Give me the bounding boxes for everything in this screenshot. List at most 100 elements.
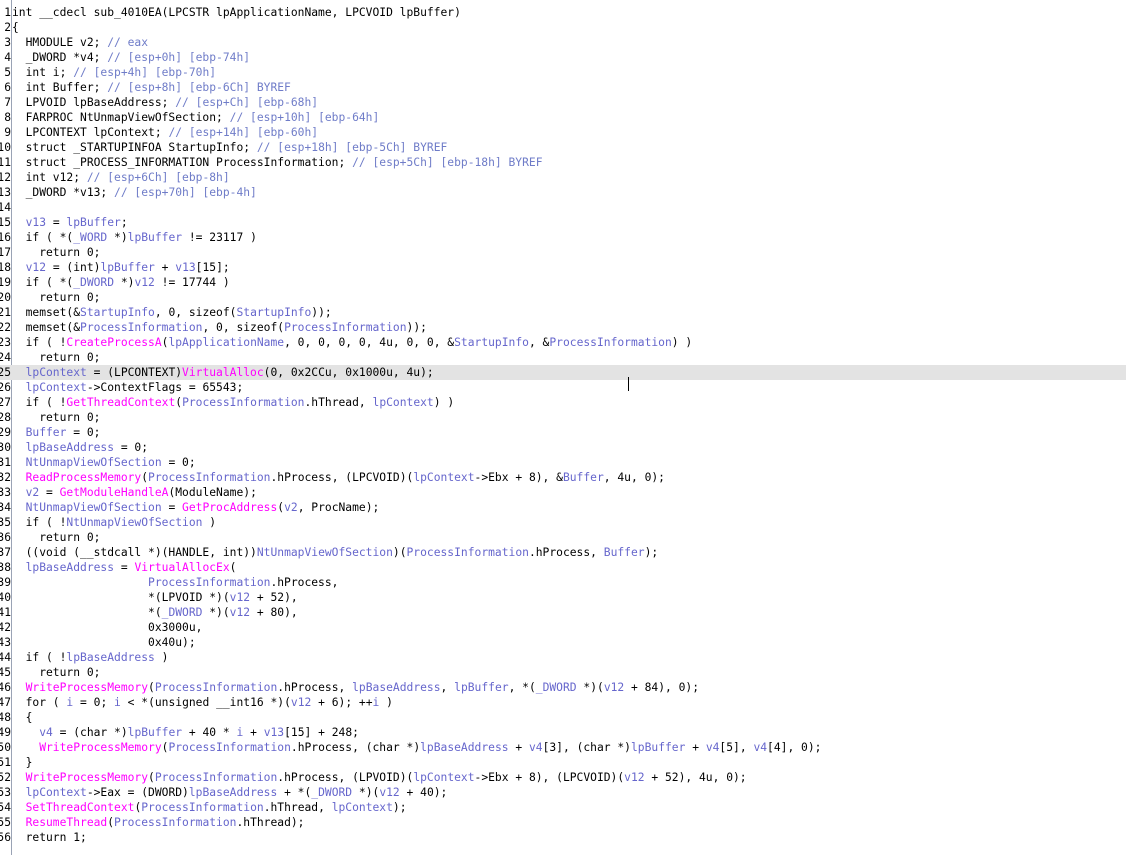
- code-line[interactable]: 53 lpContext->Eax = (DWORD)lpBaseAddress…: [0, 785, 1126, 800]
- code-text[interactable]: lpBaseAddress = VirtualAllocEx(: [12, 560, 237, 575]
- code-text[interactable]: WriteProcessMemory(ProcessInformation.hP…: [12, 680, 699, 695]
- code-line[interactable]: 27 if ( !GetThreadContext(ProcessInforma…: [0, 395, 1126, 410]
- code-line[interactable]: 10 struct _STARTUPINFOA StartupInfo; // …: [0, 140, 1126, 155]
- code-line[interactable]: 29 Buffer = 0;: [0, 425, 1126, 440]
- code-line[interactable]: 55 ResumeThread(ProcessInformation.hThre…: [0, 815, 1126, 830]
- code-line[interactable]: 43 0x40u);: [0, 635, 1126, 650]
- code-text[interactable]: v2 = GetModuleHandleA(ModuleName);: [12, 485, 257, 500]
- code-line[interactable]: 44 if ( !lpBaseAddress ): [0, 650, 1126, 665]
- code-line[interactable]: 1 int __cdecl sub_4010EA(LPCSTR lpApplica…: [0, 5, 1126, 20]
- code-text[interactable]: v13 = lpBuffer;: [12, 215, 128, 230]
- code-text[interactable]: _DWORD *v4; // [esp+0h] [ebp-74h]: [12, 50, 250, 65]
- code-line[interactable]: 40 *(LPVOID *)(v12 + 52),: [0, 590, 1126, 605]
- code-text[interactable]: struct _PROCESS_INFORMATION ProcessInfor…: [12, 155, 543, 170]
- code-line[interactable]: 35 if ( !NtUnmapViewOfSection ): [0, 515, 1126, 530]
- code-line[interactable]: 4 _DWORD *v4; // [esp+0h] [ebp-74h]: [0, 50, 1126, 65]
- code-line[interactable]: 12 int v12; // [esp+6Ch] [ebp-8h]: [0, 170, 1126, 185]
- code-text[interactable]: memset(&ProcessInformation, 0, sizeof(Pr…: [12, 320, 427, 335]
- code-text[interactable]: if ( !NtUnmapViewOfSection ): [12, 515, 216, 530]
- code-line[interactable]: 30 lpBaseAddress = 0;: [0, 440, 1126, 455]
- code-line[interactable]: 22 memset(&ProcessInformation, 0, sizeof…: [0, 320, 1126, 335]
- code-text[interactable]: 0x40u);: [12, 635, 196, 650]
- code-text[interactable]: {: [12, 710, 33, 725]
- code-text[interactable]: Buffer = 0;: [12, 425, 101, 440]
- code-text[interactable]: return 0;: [12, 290, 100, 305]
- code-line[interactable]: 47 for ( i = 0; i < *(unsigned __int16 *…: [0, 695, 1126, 710]
- code-text[interactable]: WriteProcessMemory(ProcessInformation.hP…: [12, 770, 747, 785]
- code-line[interactable]: 13 _DWORD *v13; // [esp+70h] [ebp-4h]: [0, 185, 1126, 200]
- code-text[interactable]: if ( !CreateProcessA(lpApplicationName, …: [12, 335, 693, 350]
- code-line[interactable]: 36 return 0;: [0, 530, 1126, 545]
- code-text[interactable]: memset(&StartupInfo, 0, sizeof(StartupIn…: [12, 305, 332, 320]
- code-text[interactable]: int Buffer; // [esp+8h] [ebp-6Ch] BYREF: [12, 80, 291, 95]
- code-text[interactable]: int i; // [esp+4h] [ebp-70h]: [12, 65, 216, 80]
- code-text[interactable]: ResumeThread(ProcessInformation.hThread)…: [12, 815, 305, 830]
- pseudocode-view[interactable]: 1 int __cdecl sub_4010EA(LPCSTR lpApplica…: [0, 0, 1126, 855]
- code-text[interactable]: struct _STARTUPINFOA StartupInfo; // [es…: [12, 140, 448, 155]
- code-line[interactable]: 52 WriteProcessMemory(ProcessInformation…: [0, 770, 1126, 785]
- code-text[interactable]: LPCONTEXT lpContext; // [esp+14h] [ebp-6…: [12, 125, 318, 140]
- code-line[interactable]: 45 return 0;: [0, 665, 1126, 680]
- code-text[interactable]: HMODULE v2; // eax: [12, 35, 148, 50]
- code-text[interactable]: {: [12, 20, 19, 35]
- code-text[interactable]: ((void (__stdcall *)(HANDLE, int))NtUnma…: [12, 545, 659, 560]
- code-line[interactable]: 31 NtUnmapViewOfSection = 0;: [0, 455, 1126, 470]
- code-text[interactable]: lpContext->Eax = (DWORD)lpBaseAddress + …: [12, 785, 448, 800]
- code-line[interactable]: 9 LPCONTEXT lpContext; // [esp+14h] [ebp…: [0, 125, 1126, 140]
- code-text[interactable]: LPVOID lpBaseAddress; // [esp+Ch] [ebp-6…: [12, 95, 318, 110]
- code-text[interactable]: *(LPVOID *)(v12 + 52),: [12, 590, 298, 605]
- code-text[interactable]: return 0;: [12, 530, 100, 545]
- code-line[interactable]: 51 }: [0, 755, 1126, 770]
- code-line[interactable]: 16 if ( *(_WORD *)lpBuffer != 23117 ): [0, 230, 1126, 245]
- code-text[interactable]: lpBaseAddress = 0;: [12, 440, 148, 455]
- code-line[interactable]: 18 v12 = (int)lpBuffer + v13[15];: [0, 260, 1126, 275]
- code-text[interactable]: v4 = (char *)lpBuffer + 40 * i + v13[15]…: [12, 725, 359, 740]
- code-text[interactable]: return 1;: [12, 830, 87, 845]
- code-text[interactable]: if ( *(_DWORD *)v12 != 17744 ): [12, 275, 230, 290]
- code-line[interactable]: 23 if ( !CreateProcessA(lpApplicationNam…: [0, 335, 1126, 350]
- code-line[interactable]: 38 lpBaseAddress = VirtualAllocEx(: [0, 560, 1126, 575]
- code-text[interactable]: ReadProcessMemory(ProcessInformation.hPr…: [12, 470, 665, 485]
- code-line[interactable]: 17 return 0;: [0, 245, 1126, 260]
- code-text[interactable]: }: [12, 755, 33, 770]
- code-line[interactable]: 32 ReadProcessMemory(ProcessInformation.…: [0, 470, 1126, 485]
- code-text[interactable]: v12 = (int)lpBuffer + v13[15];: [12, 260, 230, 275]
- code-line[interactable]: 20 return 0;: [0, 290, 1126, 305]
- code-text[interactable]: NtUnmapViewOfSection = GetProcAddress(v2…: [12, 500, 380, 515]
- code-text[interactable]: lpContext->ContextFlags = 65543;: [12, 380, 244, 395]
- code-line[interactable]: 37 ((void (__stdcall *)(HANDLE, int))NtU…: [0, 545, 1126, 560]
- code-line[interactable]: 41 *(_DWORD *)(v12 + 80),: [0, 605, 1126, 620]
- code-text[interactable]: _DWORD *v13; // [esp+70h] [ebp-4h]: [12, 185, 257, 200]
- code-text[interactable]: SetThreadContext(ProcessInformation.hThr…: [12, 800, 407, 815]
- code-line[interactable]: 39 ProcessInformation.hProcess,: [0, 575, 1126, 590]
- code-text[interactable]: if ( !GetThreadContext(ProcessInformatio…: [12, 395, 455, 410]
- code-line[interactable]: 14: [0, 200, 1126, 215]
- code-line[interactable]: 11 struct _PROCESS_INFORMATION ProcessIn…: [0, 155, 1126, 170]
- code-text[interactable]: FARPROC NtUnmapViewOfSection; // [esp+10…: [12, 110, 380, 125]
- code-text[interactable]: if ( *(_WORD *)lpBuffer != 23117 ): [12, 230, 257, 245]
- code-line[interactable]: 19 if ( *(_DWORD *)v12 != 17744 ): [0, 275, 1126, 290]
- code-line[interactable]: 3 HMODULE v2; // eax: [0, 35, 1126, 50]
- code-line[interactable]: 21 memset(&StartupInfo, 0, sizeof(Startu…: [0, 305, 1126, 320]
- code-line[interactable]: 50 WriteProcessMemory(ProcessInformation…: [0, 740, 1126, 755]
- code-line[interactable]: 56 return 1;: [0, 830, 1126, 845]
- code-line[interactable]: 26 lpContext->ContextFlags = 65543;: [0, 380, 1126, 395]
- code-line[interactable]: 5 int i; // [esp+4h] [ebp-70h]: [0, 65, 1126, 80]
- code-text[interactable]: for ( i = 0; i < *(unsigned __int16 *)(v…: [12, 695, 393, 710]
- code-line[interactable]: 8 FARPROC NtUnmapViewOfSection; // [esp+…: [0, 110, 1126, 125]
- code-text[interactable]: int __cdecl sub_4010EA(LPCSTR lpApplicat…: [12, 5, 461, 20]
- code-text[interactable]: return 0;: [12, 410, 100, 425]
- code-line[interactable]: 2{: [0, 20, 1126, 35]
- code-line[interactable]: 28 return 0;: [0, 410, 1126, 425]
- code-text[interactable]: return 0;: [12, 245, 100, 260]
- code-line[interactable]: 7 LPVOID lpBaseAddress; // [esp+Ch] [ebp…: [0, 95, 1126, 110]
- code-text[interactable]: return 0;: [12, 350, 100, 365]
- code-line[interactable]: 46 WriteProcessMemory(ProcessInformation…: [0, 680, 1126, 695]
- code-text[interactable]: lpContext = (LPCONTEXT)VirtualAlloc(0, 0…: [12, 365, 434, 380]
- code-line[interactable]: 48 {: [0, 710, 1126, 725]
- code-line[interactable]: 25 lpContext = (LPCONTEXT)VirtualAlloc(0…: [0, 365, 1126, 380]
- code-line[interactable]: 34 NtUnmapViewOfSection = GetProcAddress…: [0, 500, 1126, 515]
- code-line[interactable]: 33 v2 = GetModuleHandleA(ModuleName);: [0, 485, 1126, 500]
- code-line[interactable]: 49 v4 = (char *)lpBuffer + 40 * i + v13[…: [0, 725, 1126, 740]
- code-text[interactable]: if ( !lpBaseAddress ): [12, 650, 169, 665]
